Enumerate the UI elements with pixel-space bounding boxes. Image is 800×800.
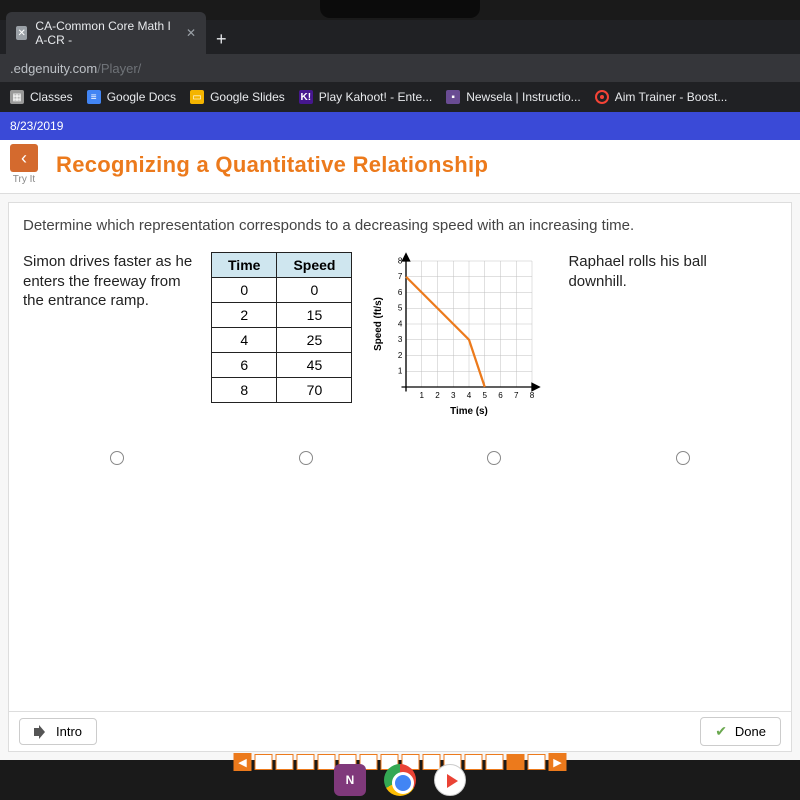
speaker-icon (34, 725, 48, 739)
intro-label: Intro (56, 724, 82, 739)
svg-text:2: 2 (398, 351, 403, 360)
answer-option-3[interactable] (487, 451, 501, 465)
svg-text:4: 4 (467, 391, 472, 400)
bookmark-google-slides[interactable]: ▭ Google Slides (190, 90, 285, 104)
table-row: 870 (212, 378, 352, 403)
url-bar[interactable]: .edgenuity.com/Player/ (0, 54, 800, 82)
x-axis-label: Time (s) (451, 406, 489, 417)
os-dock: N (334, 764, 466, 796)
svg-text:3: 3 (451, 391, 456, 400)
laptop-notch (320, 0, 480, 18)
progress-seg[interactable] (297, 754, 315, 770)
browser-tab-active[interactable]: ✕ CA-Common Core Math I A-CR - ✕ (6, 12, 206, 54)
progress-prev[interactable]: ◀ (234, 753, 252, 771)
svg-text:6: 6 (499, 391, 504, 400)
table-row: 645 (212, 353, 352, 378)
scenario-simon: Simon drives faster as he enters the fre… (23, 252, 193, 311)
scenario-raphael: Raphael rolls his ball downhill. (568, 252, 718, 291)
tab-strip: ✕ CA-Common Core Math I A-CR - ✕ + (0, 20, 800, 54)
course-date: 8/23/2019 (10, 119, 63, 133)
time-speed-table: Time Speed 00 215 425 645 870 (211, 252, 352, 403)
bookmark-label: Google Docs (107, 90, 176, 104)
target-icon (595, 90, 609, 104)
docs-icon: ≡ (87, 90, 101, 104)
answer-option-1[interactable] (110, 451, 124, 465)
progress-next[interactable]: ▶ (549, 753, 567, 771)
progress-seg[interactable] (255, 754, 273, 770)
intro-button[interactable]: Intro (19, 718, 97, 745)
url-host: .edgenuity.com (10, 61, 97, 76)
slides-icon: ▭ (190, 90, 204, 104)
answer-option-2[interactable] (299, 451, 313, 465)
course-header-bar: 8/23/2019 (0, 112, 800, 140)
dock-app-onenote[interactable]: N (334, 764, 366, 796)
svg-text:3: 3 (398, 335, 403, 344)
url-path: /Player/ (97, 61, 141, 76)
bookmark-label: Newsela | Instructio... (466, 90, 581, 104)
y-axis-label: Speed (ft/s) (373, 297, 384, 351)
svg-text:8: 8 (398, 257, 403, 266)
content-footer: Intro ✔ Done (9, 711, 791, 751)
speed-time-graph: 1 2 3 4 5 6 7 8 1 2 3 4 5 6 7 8 Time (s) Speed (ft… (370, 252, 550, 423)
bookmark-aim-trainer[interactable]: Aim Trainer - Boost... (595, 90, 728, 104)
bookmark-google-docs[interactable]: ≡ Google Docs (87, 90, 176, 104)
bookmark-newsela[interactable]: ▪ Newsela | Instructio... (446, 90, 581, 104)
check-icon: ✔ (715, 723, 727, 740)
svg-text:1: 1 (398, 367, 403, 376)
answer-radio-row (23, 441, 777, 475)
page-content: 8/23/2019 ‹ Try It Recognizing a Quantit… (0, 112, 800, 760)
answer-option-4[interactable] (676, 451, 690, 465)
newsela-icon: ▪ (446, 90, 460, 104)
table-row: 425 (212, 328, 352, 353)
lesson-title: Recognizing a Quantitative Relationship (56, 152, 488, 178)
options-row: Simon drives faster as he enters the fre… (23, 252, 777, 423)
bookmark-label: Classes (30, 90, 73, 104)
svg-text:8: 8 (530, 391, 535, 400)
back-button[interactable]: ‹ (10, 144, 38, 172)
done-label: Done (735, 724, 766, 739)
bookmark-kahoot[interactable]: K! Play Kahoot! - Ente... (299, 90, 432, 104)
table-header-speed: Speed (277, 253, 352, 278)
kahoot-icon: K! (299, 90, 313, 104)
bookmarks-bar: ▦ Classes ≡ Google Docs ▭ Google Slides K! P… (0, 82, 800, 112)
bookmark-label: Play Kahoot! - Ente... (319, 90, 432, 104)
tab-title: CA-Common Core Math I A-CR - (35, 19, 178, 47)
done-button[interactable]: ✔ Done (700, 717, 781, 746)
lesson-header: ‹ Try It Recognizing a Quantitative Rela… (0, 140, 800, 194)
tab-favicon: ✕ (16, 26, 27, 40)
question-text: Determine which representation correspon… (23, 217, 777, 234)
svg-text:2: 2 (436, 391, 441, 400)
dock-app-chrome[interactable] (384, 764, 416, 796)
folder-icon: ▦ (10, 90, 24, 104)
question-panel: Determine which representation correspon… (8, 202, 792, 752)
progress-seg[interactable] (465, 754, 483, 770)
progress-seg[interactable] (318, 754, 336, 770)
tab-close-icon[interactable]: ✕ (186, 26, 196, 40)
bookmark-label: Google Slides (210, 90, 285, 104)
screen: ✕ CA-Common Core Math I A-CR - ✕ + .edge… (0, 20, 800, 760)
progress-seg[interactable] (486, 754, 504, 770)
bookmark-label: Aim Trainer - Boost... (615, 90, 728, 104)
table-row: 215 (212, 303, 352, 328)
dock-app-play[interactable] (434, 764, 466, 796)
svg-text:7: 7 (398, 272, 403, 281)
svg-text:7: 7 (514, 391, 519, 400)
tryit-label: Try It (13, 174, 35, 185)
svg-text:6: 6 (398, 288, 403, 297)
svg-text:5: 5 (398, 304, 403, 313)
progress-seg-current[interactable] (507, 754, 525, 770)
svg-text:4: 4 (398, 320, 403, 329)
svg-text:5: 5 (483, 391, 488, 400)
table-header-time: Time (212, 253, 277, 278)
bookmark-classes[interactable]: ▦ Classes (10, 90, 73, 104)
svg-text:1: 1 (420, 391, 425, 400)
progress-seg[interactable] (528, 754, 546, 770)
table-row: 00 (212, 278, 352, 303)
new-tab-button[interactable]: + (206, 25, 237, 54)
progress-seg[interactable] (276, 754, 294, 770)
